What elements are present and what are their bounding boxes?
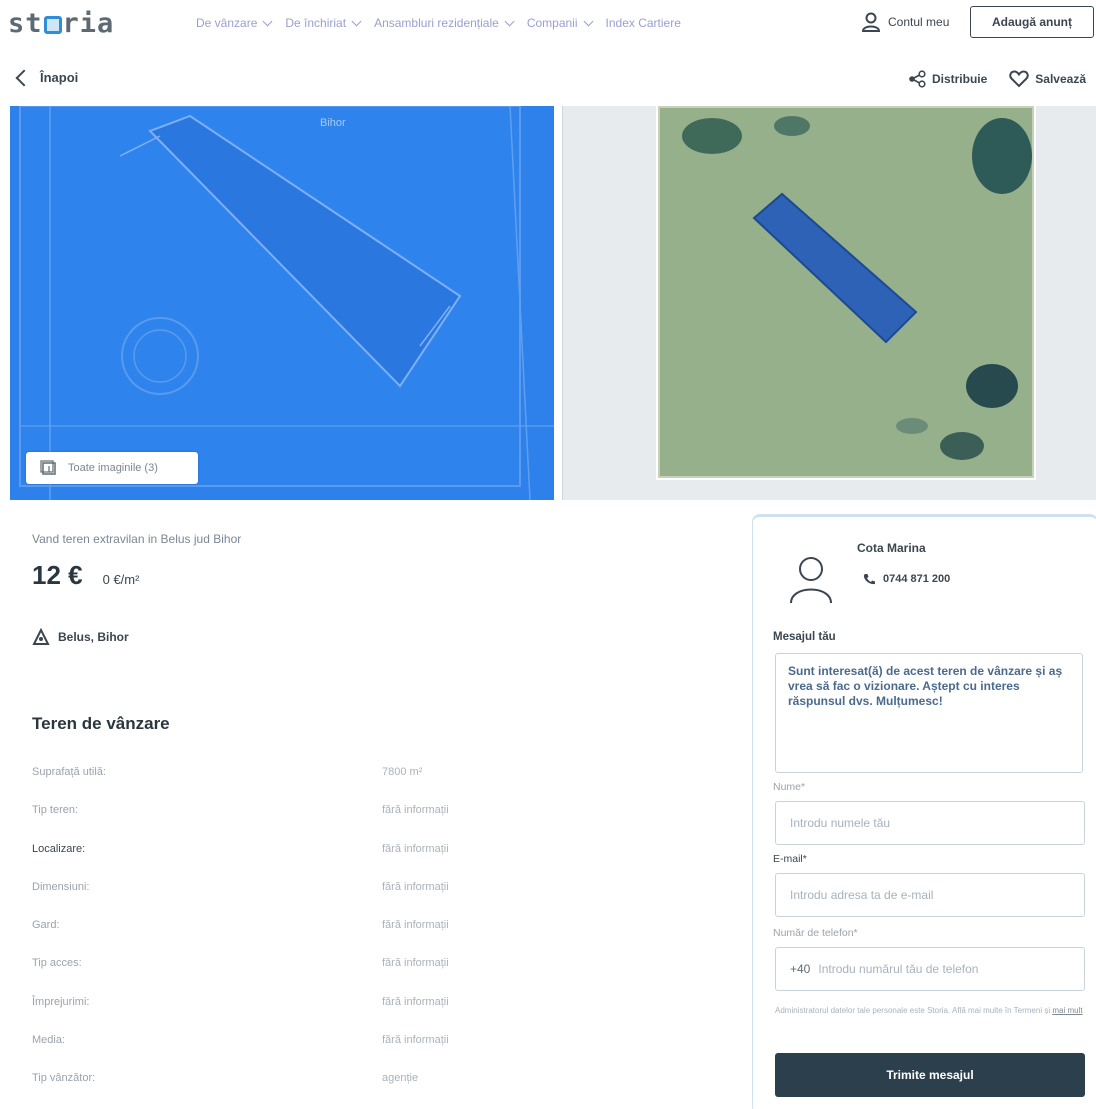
spec-value: fără informații — [382, 1034, 449, 1047]
spec-label: Împrejurimi: — [32, 995, 90, 1008]
phone-placeholder: Introdu numărul tău de telefon — [818, 962, 979, 976]
images-icon — [40, 460, 56, 475]
nav-for-sale[interactable]: De vânzare — [196, 16, 273, 30]
share-button[interactable]: Distribuie — [908, 70, 987, 88]
message-label: Mesajul tău — [773, 631, 836, 643]
spec-label: Suprafață utilă: — [32, 766, 106, 778]
user-icon — [862, 12, 880, 32]
spec-value: fără informații — [382, 957, 449, 970]
spec-value: fără informații — [382, 842, 449, 855]
back-label: Înapoi — [40, 70, 79, 85]
spec-label: Gard: — [32, 919, 60, 932]
nav-label: De închiriat — [285, 16, 347, 30]
email-placeholder: Introdu adresa ta de e-mail — [790, 888, 934, 902]
gallery-image-plan[interactable]: Bihor Toate imaginile (3) — [10, 106, 554, 500]
nav-for-rent[interactable]: De închiriat — [285, 16, 362, 30]
spec-value: fără informații — [382, 919, 449, 932]
email-label: E-mail* — [773, 853, 807, 865]
spec-label: Tip acces: — [32, 957, 82, 970]
chevron-left-icon — [15, 69, 33, 86]
listing-actions: Distribuie Salvează — [908, 70, 1086, 88]
share-icon — [909, 70, 926, 88]
specs-table: Suprafață utilă: 7800 m² Tip teren: fără i… — [32, 766, 592, 1109]
chevron-down-icon — [504, 16, 515, 26]
save-label: Salvează — [1035, 72, 1086, 86]
phone-prefix[interactable]: +40 — [790, 962, 810, 976]
all-images-label: Toate imaginile (3) — [68, 462, 158, 474]
nav-label: Ansambluri rezidențiale — [374, 16, 499, 30]
name-placeholder: Introdu numele tău — [790, 816, 891, 830]
terms-link[interactable]: mai mult — [1052, 1006, 1082, 1015]
satellite-map-image — [562, 106, 1096, 500]
spec-row: Localizare: fără informații — [32, 843, 592, 881]
spec-row: Gard: fără informații — [32, 919, 592, 957]
spec-row: Tip vânzător: agenție — [32, 1072, 592, 1109]
image-gallery: Bihor Toate imaginile (3) — [10, 106, 1096, 500]
listing-price: 12 € — [32, 560, 83, 590]
chevron-down-icon — [351, 16, 362, 26]
spec-label: Media: — [32, 1034, 66, 1047]
cadastral-plan-image: Bihor — [10, 106, 554, 500]
phone-label: 0744 871 200 — [883, 573, 951, 585]
all-images-button[interactable]: Toate imaginile (3) — [26, 452, 198, 484]
gallery-image-satellite[interactable] — [562, 106, 1096, 500]
listing-location[interactable]: Belus, Bihor — [32, 628, 129, 646]
spec-row: Dimensiuni: fără informații — [32, 881, 592, 919]
save-button[interactable]: Salvează — [1009, 70, 1086, 88]
phone-field-label: Număr de telefon* — [773, 927, 858, 939]
spec-row: Tip teren: fără informații — [32, 804, 592, 842]
phone-field[interactable]: +40 Introdu numărul tău de telefon — [775, 947, 1085, 991]
main-nav: De vânzare De închiriat Ansambluri rezid… — [196, 16, 681, 30]
spec-value: 7800 m² — [382, 766, 423, 778]
privacy-notice: Administratorul datelor tale personale e… — [775, 1005, 1085, 1016]
spec-value: fără informații — [382, 995, 449, 1008]
avatar-icon — [790, 557, 832, 604]
heart-icon — [1009, 70, 1029, 88]
listing-title: Vand teren extravilan in Belus jud Bihor — [32, 532, 242, 546]
spec-label: Tip vânzător: — [32, 1072, 96, 1085]
spec-row: Tip acces: fără informații — [32, 957, 592, 995]
account-link[interactable]: Contul meu — [862, 12, 949, 32]
email-field[interactable]: Introdu adresa ta de e-mail — [775, 873, 1085, 917]
nav-label: De vânzare — [196, 16, 258, 30]
spec-row: Suprafață utilă: 7800 m² — [32, 766, 592, 804]
spec-row: Media: fără informații — [32, 1034, 592, 1072]
chevron-down-icon — [262, 16, 273, 26]
account-label: Contul meu — [888, 15, 950, 29]
price-row: 12 € 0 €/m² — [32, 560, 139, 591]
back-button[interactable]: Înapoi — [15, 69, 79, 86]
seller-phone[interactable]: 0744 871 200 — [863, 573, 950, 585]
top-navigation: st ria De vânzare De închiriat Ansambluri… — [0, 0, 1096, 52]
contact-card: Cota Marina 0744 871 200 Mesajul tău Sun… — [752, 514, 1096, 1109]
price-per-m2: 0 €/m² — [102, 572, 140, 587]
add-ad-button[interactable]: Adaugă anunț — [970, 6, 1094, 38]
phone-icon — [863, 574, 875, 585]
nav-neighborhood-index[interactable]: Index Cartiere — [606, 16, 681, 30]
message-textarea[interactable]: Sunt interesat(ă) de acest teren de vânz… — [775, 653, 1083, 773]
location-icon — [32, 628, 50, 645]
name-label: Nume* — [773, 781, 806, 793]
seller-name: Cota Marina — [857, 541, 926, 555]
terms-text: Administratorul datelor tale personale e… — [775, 1006, 1053, 1015]
nav-label: Index Cartiere — [605, 16, 681, 30]
spec-value: fără informații — [382, 804, 449, 817]
section-title: Teren de vânzare — [32, 714, 170, 733]
storia-logo[interactable]: st ria — [8, 8, 114, 39]
send-message-button[interactable]: Trimite mesajul — [775, 1053, 1085, 1097]
spec-label: Tip teren: — [32, 804, 79, 817]
spec-value: fără informații — [382, 880, 449, 893]
location-label: Belus, Bihor — [58, 630, 129, 644]
chevron-down-icon — [583, 16, 593, 26]
name-field[interactable]: Introdu numele tău — [775, 801, 1085, 845]
nav-companies[interactable]: Companii — [526, 16, 593, 30]
spec-row: Împrejurimi: fără informații — [32, 996, 592, 1034]
svg-text:Bihor: Bihor — [320, 117, 346, 129]
spec-value: agenție — [382, 1072, 419, 1085]
spec-label: Dimensiuni: — [32, 880, 90, 893]
nav-residential-projects[interactable]: Ansambluri rezidențiale — [374, 16, 515, 30]
share-label: Distribuie — [931, 72, 988, 86]
nav-label: Companii — [526, 16, 578, 30]
spec-label: Localizare: — [32, 842, 86, 855]
